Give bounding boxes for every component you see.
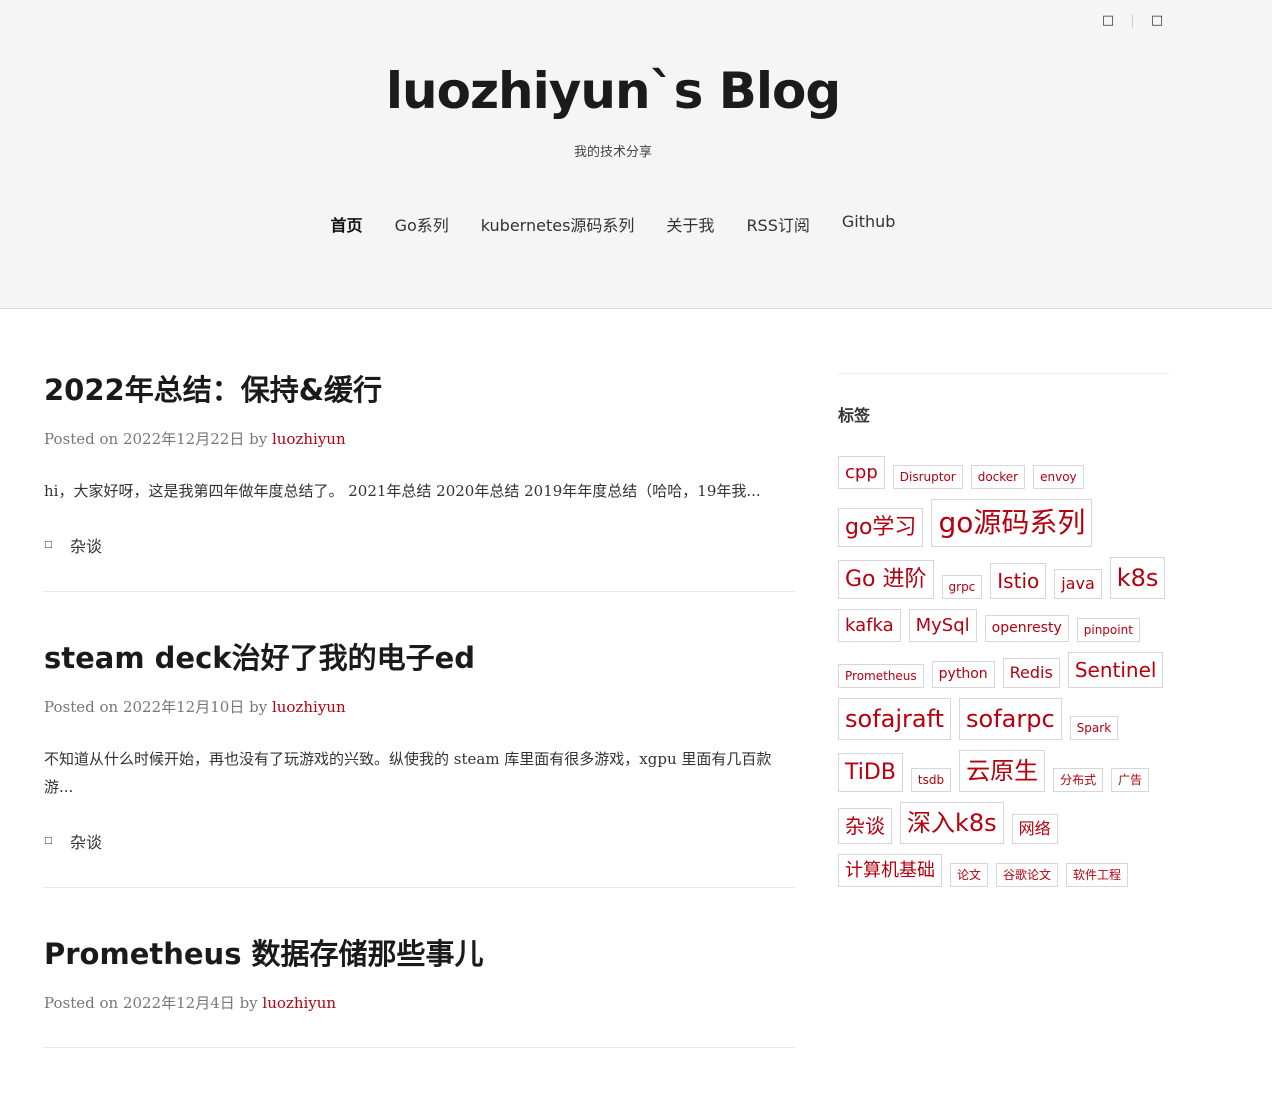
tag-link[interactable]: 深入k8s bbox=[900, 802, 1004, 844]
post-excerpt: hi，大家好呀，这是我第四年做年度总结了。 2021年总结 2020年总结 20… bbox=[44, 482, 761, 500]
tag-link[interactable]: 谷歌论文 bbox=[996, 863, 1059, 887]
post-title[interactable]: steam deck治好了我的电子ed bbox=[44, 638, 795, 678]
tag-link[interactable]: Sentinel bbox=[1067, 652, 1164, 688]
nav-item-github[interactable]: Github bbox=[842, 212, 896, 236]
tag-link[interactable]: 分布式 bbox=[1053, 768, 1104, 792]
post-date[interactable]: 2022年12月22日 bbox=[123, 430, 244, 448]
tag-link[interactable]: python bbox=[931, 661, 995, 688]
tag-link[interactable]: Istio bbox=[990, 563, 1047, 599]
post-excerpt: 不知道从什么时候开始，再也没有了玩游戏的兴致。纵使我的 steam 库里面有很多… bbox=[44, 750, 772, 796]
folder-icon: □ bbox=[44, 540, 53, 550]
icon-divider bbox=[1132, 14, 1133, 28]
by-label: by bbox=[249, 698, 268, 716]
nav-item-home[interactable]: 首页 bbox=[331, 212, 363, 236]
site-header: □ □ luozhiyun`s Blog 我的技术分享 首页 Go系列 kube… bbox=[0, 0, 1272, 309]
post-meta: Posted on 2022年12月4日 by luozhiyun bbox=[44, 992, 795, 1013]
tag-link[interactable]: 网络 bbox=[1011, 814, 1058, 844]
post-author[interactable]: luozhiyun bbox=[262, 994, 336, 1012]
posted-label: Posted on bbox=[44, 994, 119, 1012]
tag-link[interactable]: 软件工程 bbox=[1066, 863, 1129, 887]
tag-link[interactable]: 杂谈 bbox=[838, 808, 892, 844]
tag-link[interactable]: kafka bbox=[838, 609, 901, 642]
folder-icon: □ bbox=[44, 836, 53, 846]
tag-link[interactable]: 计算机基础 bbox=[838, 854, 942, 887]
tag-link[interactable]: envoy bbox=[1033, 465, 1084, 489]
post-date[interactable]: 2022年12月10日 bbox=[123, 698, 244, 716]
post-item: 2022年总结：保持&缓行 Posted on 2022年12月22日 by l… bbox=[44, 370, 795, 592]
post-list: 2022年总结：保持&缓行 Posted on 2022年12月22日 by l… bbox=[44, 370, 795, 1094]
tag-link[interactable]: cpp bbox=[838, 456, 885, 489]
tag-link[interactable]: grpc bbox=[941, 575, 983, 599]
tags-widget-title: 标签 bbox=[838, 406, 871, 425]
tag-link[interactable]: 广告 bbox=[1111, 768, 1150, 792]
tag-link[interactable]: Go 进阶 bbox=[838, 560, 934, 599]
tag-link[interactable]: sofajraft bbox=[838, 698, 952, 740]
post-meta: Posted on 2022年12月22日 by luozhiyun bbox=[44, 428, 795, 449]
nav-item-kubernetes[interactable]: kubernetes源码系列 bbox=[481, 212, 635, 236]
tag-link[interactable]: 论文 bbox=[950, 863, 989, 887]
tag-link[interactable]: TiDB bbox=[838, 753, 903, 792]
tag-link[interactable]: go学习 bbox=[838, 508, 924, 547]
by-label: by bbox=[249, 430, 268, 448]
tag-link[interactable]: Disruptor bbox=[892, 465, 963, 489]
header-icons: □ □ bbox=[1100, 12, 1165, 30]
tag-link[interactable]: Spark bbox=[1069, 716, 1119, 740]
post-title[interactable]: 2022年总结：保持&缓行 bbox=[44, 370, 795, 410]
main-nav: 首页 Go系列 kubernetes源码系列 关于我 RSS订阅 Github bbox=[0, 212, 1226, 236]
post-author[interactable]: luozhiyun bbox=[272, 430, 346, 448]
site-description: 我的技术分享 bbox=[573, 145, 652, 160]
post-meta: Posted on 2022年12月10日 by luozhiyun bbox=[44, 696, 795, 717]
tag-link[interactable]: openresty bbox=[984, 615, 1069, 642]
tag-link[interactable]: tsdb bbox=[910, 768, 952, 792]
tag-link[interactable]: Prometheus bbox=[838, 664, 924, 688]
site-title[interactable]: luozhiyun`s Blog bbox=[0, 62, 1226, 120]
post-item: Prometheus 数据存储那些事儿 Posted on 2022年12月4日… bbox=[44, 934, 795, 1048]
tag-link[interactable]: MySql bbox=[908, 609, 977, 642]
nav-item-rss[interactable]: RSS订阅 bbox=[746, 212, 809, 236]
tag-link[interactable]: 云原生 bbox=[959, 750, 1046, 792]
post-author[interactable]: luozhiyun bbox=[272, 698, 346, 716]
by-label: by bbox=[239, 994, 258, 1012]
tag-cloud: cpp Disruptor docker envoy go学习 go源码系列 G… bbox=[838, 456, 1169, 887]
tag-link[interactable]: go源码系列 bbox=[931, 499, 1093, 547]
category-link[interactable]: 杂谈 bbox=[70, 829, 102, 853]
category-link[interactable]: 杂谈 bbox=[70, 533, 102, 557]
post-category: □ 杂谈 bbox=[44, 533, 795, 557]
menu-icon[interactable]: □ bbox=[1149, 12, 1165, 30]
posted-label: Posted on bbox=[44, 698, 119, 716]
sidebar: 标签 cpp Disruptor docker envoy go学习 go源码系… bbox=[838, 373, 1169, 887]
post-item: steam deck治好了我的电子ed Posted on 2022年12月10… bbox=[44, 638, 795, 888]
tag-link[interactable]: Redis bbox=[1002, 658, 1060, 688]
post-category: □ 杂谈 bbox=[44, 829, 795, 853]
tag-link[interactable]: pinpoint bbox=[1076, 618, 1140, 642]
tag-link[interactable]: sofarpc bbox=[959, 698, 1062, 740]
tag-link[interactable]: java bbox=[1054, 569, 1102, 599]
search-icon[interactable]: □ bbox=[1100, 12, 1116, 30]
nav-item-about[interactable]: 关于我 bbox=[666, 212, 714, 236]
nav-item-go-series[interactable]: Go系列 bbox=[395, 212, 449, 236]
post-date[interactable]: 2022年12月4日 bbox=[123, 994, 235, 1012]
tag-link[interactable]: k8s bbox=[1109, 557, 1166, 599]
post-title[interactable]: Prometheus 数据存储那些事儿 bbox=[44, 934, 795, 974]
tag-link[interactable]: docker bbox=[970, 465, 1026, 489]
posted-label: Posted on bbox=[44, 430, 119, 448]
